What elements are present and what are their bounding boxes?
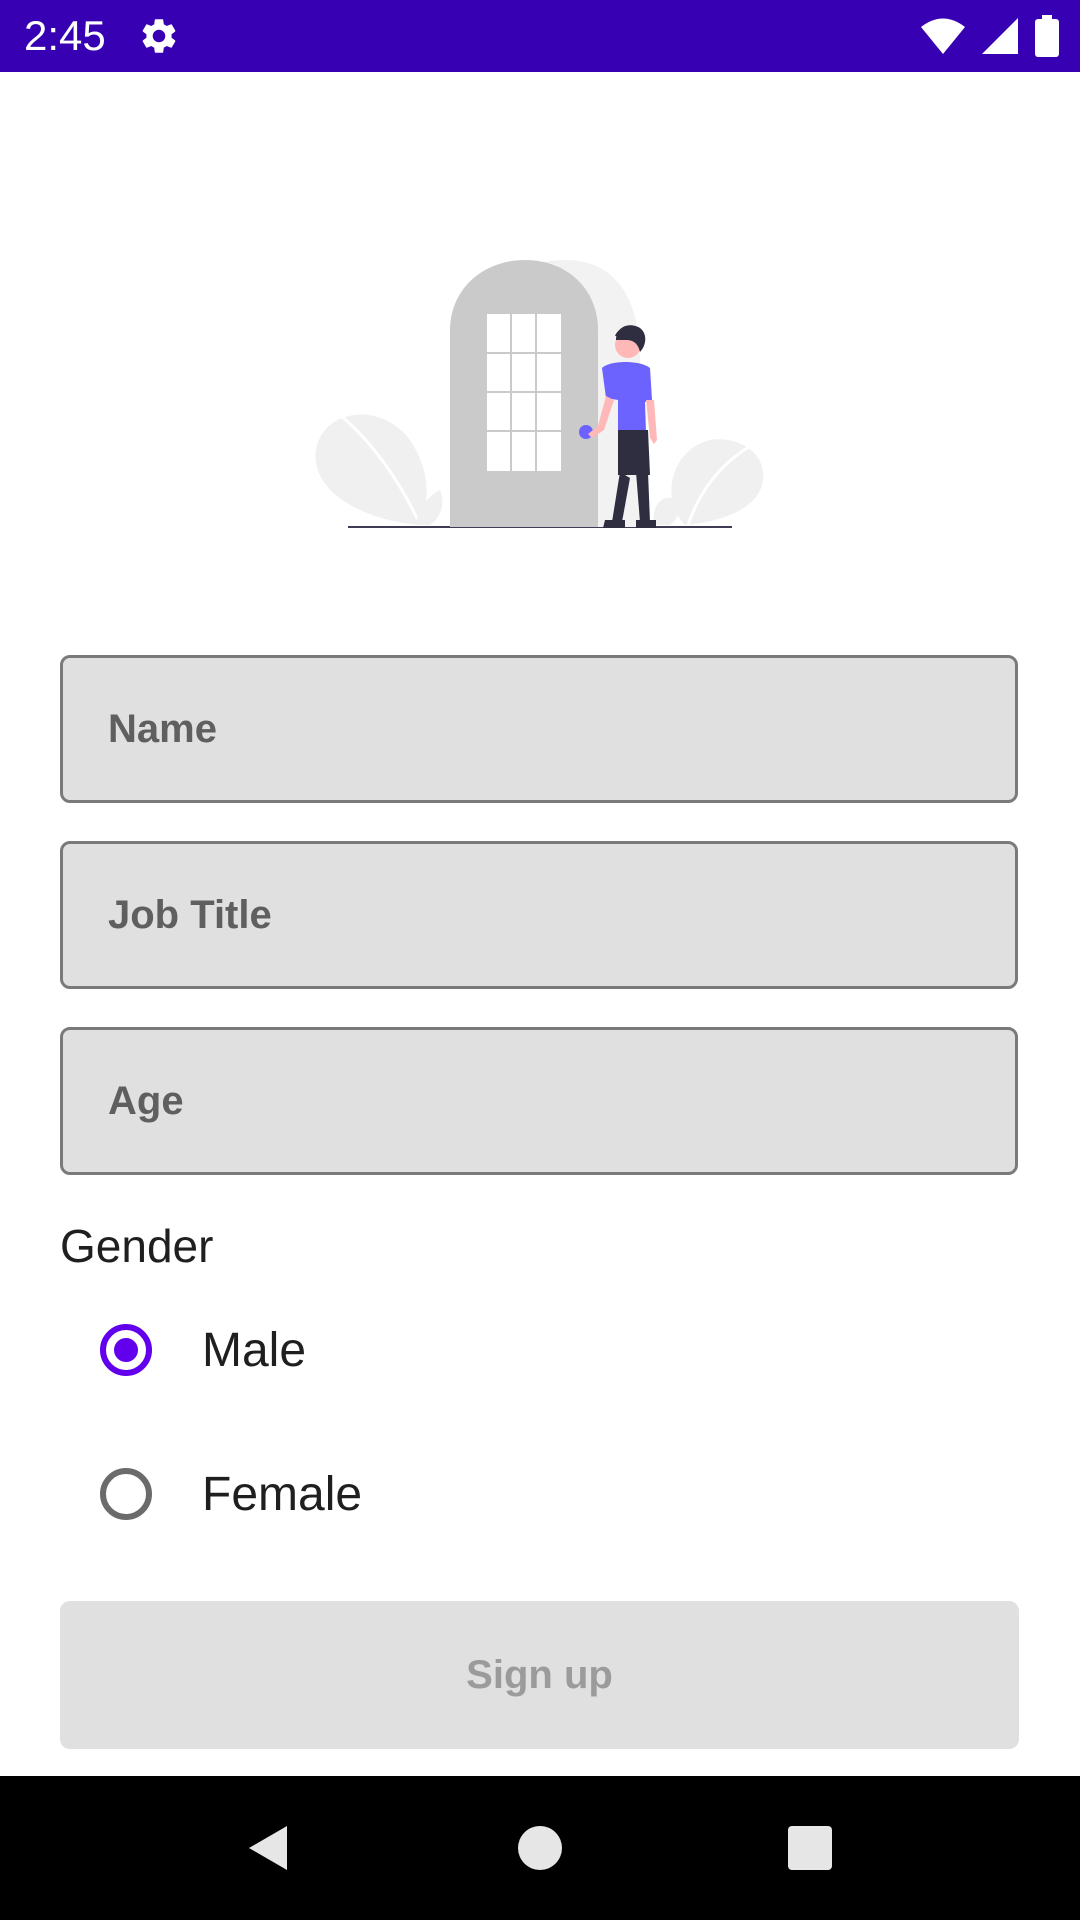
battery-icon [1035,15,1059,57]
back-button[interactable] [208,1776,328,1920]
age-input[interactable] [108,1030,968,1172]
wifi-icon [921,18,965,54]
home-icon [518,1826,562,1870]
navigation-bar [0,1776,1080,1920]
radio-dot [114,1338,138,1362]
job-title-input[interactable] [108,844,968,986]
signup-button[interactable]: Sign up [60,1601,1019,1749]
back-icon [249,1826,287,1870]
age-field[interactable] [60,1027,1018,1175]
status-bar: 2:45 [0,0,1080,72]
gender-option-female[interactable]: Female [100,1454,362,1534]
recents-button[interactable] [750,1776,870,1920]
cell-signal-icon [982,18,1018,54]
name-input[interactable] [108,658,968,800]
status-time: 2:45 [24,12,106,59]
name-field[interactable] [60,655,1018,803]
radio-button-unchecked[interactable] [100,1468,152,1520]
job-title-field[interactable] [60,841,1018,989]
gender-option-male[interactable]: Male [100,1310,306,1390]
radio-label-male: Male [202,1323,307,1377]
recents-icon [788,1826,832,1870]
gender-label: Gender [60,1220,214,1272]
status-icons [920,14,1060,58]
gear-icon [142,19,176,53]
radio-label-female: Female [202,1467,363,1521]
person-at-door-illustration [315,260,764,528]
radio-button-checked[interactable] [100,1324,152,1376]
home-button[interactable] [480,1776,600,1920]
signup-screen: 2:45 Name Job Title Age Gender Male Fema… [0,0,1080,1920]
